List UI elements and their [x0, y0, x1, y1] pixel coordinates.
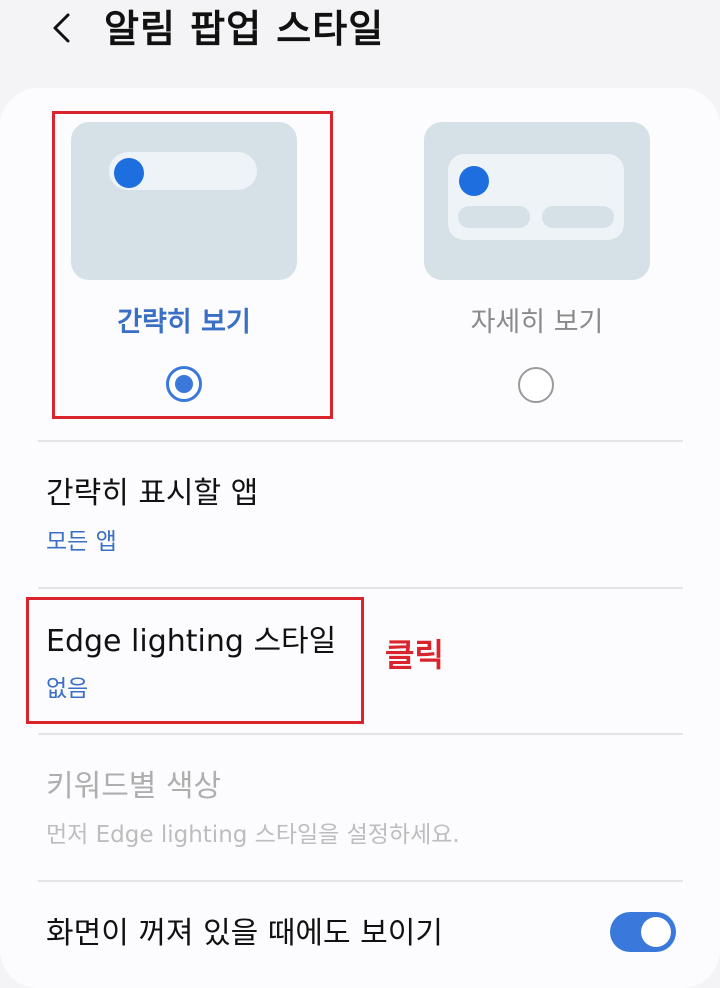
- app-header: 알림 팝업 스타일: [0, 0, 720, 80]
- preview-panel: [448, 154, 624, 240]
- click-annotation: 클릭: [385, 636, 444, 674]
- screen-off-toggle[interactable]: [610, 912, 676, 952]
- detailed-preview-image[interactable]: [424, 122, 650, 280]
- setting-hint: 먼저 Edge lighting 스타일을 설정하세요.: [46, 822, 460, 848]
- setting-title: 화면이 꺼져 있을 때에도 보이기: [46, 916, 443, 951]
- style-option-detailed-label: 자세히 보기: [470, 307, 604, 338]
- highlight-box-edge-lighting: [26, 597, 364, 724]
- preview-pill: [542, 206, 614, 228]
- setting-title: 키워드별 색상: [46, 769, 222, 804]
- setting-value: 모든 앱: [46, 529, 117, 555]
- toggle-knob: [641, 917, 671, 947]
- preview-dot-icon: [459, 166, 489, 196]
- setting-row-apps[interactable]: 간략히 표시할 앱 모든 앱: [0, 442, 720, 588]
- setting-row-keyword-colors: 키워드별 색상 먼저 Edge lighting 스타일을 설정하세요.: [0, 735, 720, 880]
- setting-title: 간략히 표시할 앱: [46, 476, 259, 511]
- chevron-left-icon[interactable]: [44, 8, 84, 48]
- page-title: 알림 팝업 스타일: [104, 7, 385, 51]
- highlight-box-simple-option: [52, 111, 333, 419]
- radio-detailed-unselected[interactable]: [518, 367, 554, 403]
- preview-pill: [458, 206, 530, 228]
